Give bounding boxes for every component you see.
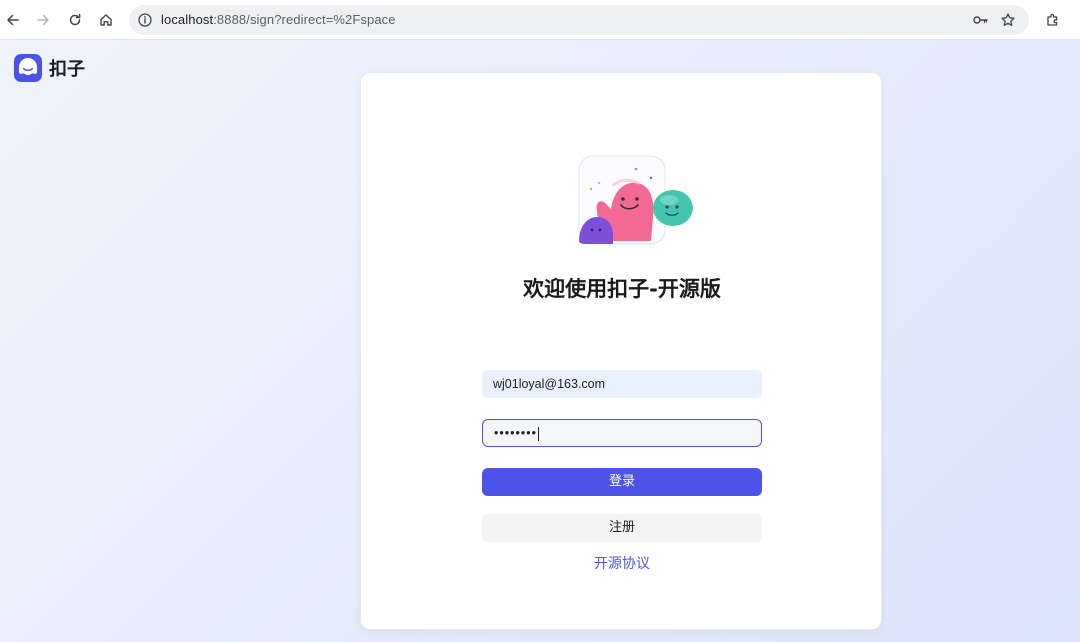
extensions-button[interactable] <box>1041 8 1065 32</box>
password-field[interactable]: •••••••• <box>482 419 762 447</box>
address-bar[interactable]: localhost:8888/sign?redirect=%2Fspace <box>129 5 1029 35</box>
text-caret <box>538 426 540 441</box>
reload-icon <box>69 13 81 26</box>
info-icon[interactable] <box>137 12 153 28</box>
sign-in-page: 扣子 欢迎使用扣子-开源版 wj01loyal@163.com ••••••••… <box>0 40 1080 642</box>
brand-name: 扣子 <box>49 59 85 80</box>
reload-button[interactable] <box>63 8 87 32</box>
welcome-title: 欢迎使用扣子-开源版 <box>523 277 721 301</box>
browser-toolbar: localhost:8888/sign?redirect=%2Fspace <box>0 0 1080 40</box>
email-value: wj01loyal@163.com <box>493 377 606 391</box>
puzzle-icon <box>1047 13 1058 26</box>
password-manager-button[interactable] <box>971 11 989 29</box>
forward-button[interactable] <box>31 8 55 32</box>
bookmark-button[interactable] <box>999 11 1017 29</box>
arrow-right-icon <box>37 14 49 26</box>
back-button[interactable] <box>1 8 25 32</box>
brand[interactable]: 扣子 <box>14 54 85 82</box>
url-path: :8888/sign?redirect=%2Fspace <box>213 12 396 27</box>
home-button[interactable] <box>94 8 118 32</box>
star-icon <box>1001 13 1015 26</box>
login-button[interactable]: 登录 <box>482 468 762 496</box>
url-text: localhost:8888/sign?redirect=%2Fspace <box>161 12 396 27</box>
login-card: 欢迎使用扣子-开源版 wj01loyal@163.com •••••••• 登录… <box>360 72 882 630</box>
coze-logo-icon <box>14 54 42 82</box>
mascot-illustration <box>578 155 693 245</box>
arrow-left-icon <box>7 14 19 26</box>
url-host: localhost <box>161 12 214 27</box>
home-icon <box>100 14 112 26</box>
email-field[interactable]: wj01loyal@163.com <box>482 370 762 398</box>
register-button[interactable]: 注册 <box>482 514 762 542</box>
password-value: •••••••• <box>494 426 538 440</box>
key-icon <box>973 16 988 24</box>
open-source-license-link[interactable]: 开源协议 <box>361 553 883 573</box>
